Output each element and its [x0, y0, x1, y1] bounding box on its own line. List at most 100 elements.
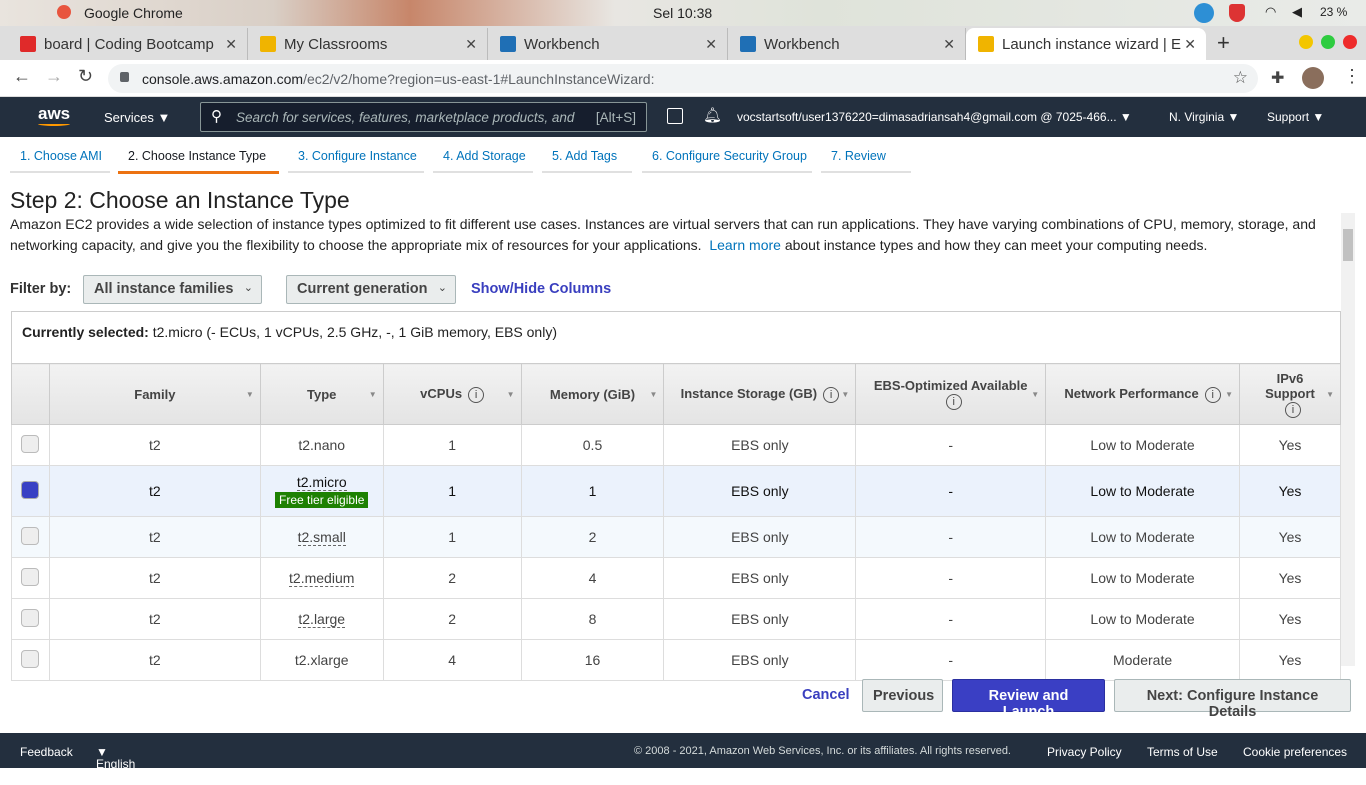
table-row[interactable]: t2 t2.micro Free tier eligible 1 1 EBS only - L…: [11, 465, 1342, 517]
row-checkbox-cell[interactable]: [11, 557, 50, 599]
cookie-preferences-link[interactable]: Cookie preferences: [1243, 745, 1347, 759]
back-icon[interactable]: ←: [13, 66, 31, 87]
column-header-ebs-optimized[interactable]: EBS-Optimized Available i ▼: [855, 363, 1047, 425]
generation-value: Current generation: [297, 281, 428, 297]
ebs-optimized-cell-text: -: [948, 529, 954, 545]
services-menu[interactable]: Services ▼: [104, 110, 170, 125]
show-hide-columns-link[interactable]: Show/Hide Columns: [471, 281, 611, 297]
row-checkbox[interactable]: [21, 434, 40, 453]
clock[interactable]: Sel 10:38: [653, 5, 712, 21]
info-icon[interactable]: i: [823, 386, 840, 403]
browser-tab-active[interactable]: Launch instance wizard | E ✕: [966, 28, 1206, 60]
bell-icon[interactable]: 🔔︎: [703, 106, 722, 124]
account-menu[interactable]: vocstartsoft/user1376220=dimasadriansah4…: [737, 110, 1132, 124]
browser-tab[interactable]: My Classrooms ✕: [248, 28, 488, 60]
info-icon[interactable]: i: [1204, 386, 1221, 403]
sort-icon[interactable]: ▼: [1225, 390, 1233, 399]
review-and-launch-button[interactable]: Review and Launch: [952, 679, 1105, 720]
privacy-policy-link[interactable]: Privacy Policy: [1047, 745, 1122, 759]
volume-icon[interactable]: ◀: [1292, 4, 1302, 20]
notification-icon[interactable]: [1194, 3, 1214, 23]
row-checkbox[interactable]: [21, 649, 40, 668]
region-menu[interactable]: N. Virginia ▼: [1169, 110, 1239, 124]
shield-icon[interactable]: [1229, 4, 1245, 22]
close-tab-icon[interactable]: ✕: [1184, 36, 1196, 53]
learn-more-link[interactable]: Learn more: [709, 237, 781, 253]
row-checkbox-cell[interactable]: [11, 598, 50, 640]
language-select[interactable]: English (US) ▼: [96, 745, 135, 785]
previous-button[interactable]: Previous: [862, 679, 943, 712]
close-window-button[interactable]: [1343, 35, 1357, 49]
sort-icon[interactable]: ▼: [1326, 390, 1334, 399]
search-input[interactable]: ⚲ Search for services, features, marketp…: [200, 102, 647, 132]
minimize-button[interactable]: [1299, 35, 1313, 49]
cloudshell-icon[interactable]: [667, 108, 683, 124]
sort-icon[interactable]: ▼: [246, 390, 254, 399]
step-configure-instance[interactable]: 3. Configure Instance: [288, 149, 424, 173]
row-checkbox[interactable]: [21, 480, 40, 499]
table-row[interactable]: t2 t2.large 2 8 EBS only - Low to Moderate Yes: [11, 598, 1342, 640]
column-header-memory[interactable]: Memory (GiB) ▼: [520, 363, 665, 425]
column-header-vcpus[interactable]: vCPUs i ▼: [382, 363, 522, 425]
column-header-family[interactable]: Family ▼: [48, 363, 261, 425]
close-tab-icon[interactable]: ✕: [705, 36, 717, 53]
network-cell-text: Moderate: [1112, 652, 1173, 668]
column-header-network-performance[interactable]: Network Performance i ▼: [1045, 363, 1240, 425]
info-icon[interactable]: i: [1284, 401, 1301, 418]
table-row[interactable]: t2 t2.xlarge 4 16 EBS only - Moderate Yes: [11, 639, 1342, 681]
row-checkbox-cell[interactable]: [11, 639, 50, 681]
feedback-link[interactable]: Feedback: [20, 745, 73, 759]
bookmark-star-icon[interactable]: ☆: [1233, 68, 1248, 88]
row-checkbox[interactable]: [21, 567, 40, 586]
browser-tab[interactable]: Workbench ✕: [728, 28, 966, 60]
close-tab-icon[interactable]: ✕: [943, 36, 955, 53]
maximize-button[interactable]: [1321, 35, 1335, 49]
battery-indicator[interactable]: 23 %: [1320, 5, 1347, 19]
row-checkbox[interactable]: [21, 608, 40, 627]
next-configure-instance-details-button[interactable]: Next: Configure Instance Details: [1114, 679, 1351, 720]
menu-icon[interactable]: ⋮: [1343, 66, 1361, 87]
step-choose-instance-type[interactable]: 2. Choose Instance Type: [118, 149, 279, 174]
sort-icon[interactable]: ▼: [1031, 390, 1039, 399]
step-choose-ami[interactable]: 1. Choose AMI: [10, 149, 110, 173]
step-review[interactable]: 7. Review: [821, 149, 911, 173]
row-checkbox[interactable]: [21, 526, 40, 545]
aws-logo[interactable]: aws: [38, 104, 70, 124]
terms-link[interactable]: Terms of Use: [1147, 745, 1218, 759]
table-row[interactable]: t2 t2.small 1 2 EBS only - Low to Moderate Yes: [11, 516, 1342, 558]
avatar[interactable]: [1302, 67, 1324, 89]
cancel-button[interactable]: Cancel: [802, 687, 850, 703]
forward-icon[interactable]: →: [45, 66, 63, 87]
family-cell-text: t2: [149, 437, 161, 453]
sort-icon[interactable]: ▼: [650, 390, 658, 399]
step-add-storage[interactable]: 4. Add Storage: [433, 149, 533, 173]
extensions-icon[interactable]: ✚: [1271, 68, 1284, 88]
sort-icon[interactable]: ▼: [841, 390, 849, 399]
generation-select[interactable]: Current generation ⌄: [286, 275, 456, 304]
table-row[interactable]: t2 t2.nano 1 0.5 EBS only - Low to Moderate Yes: [11, 424, 1342, 466]
new-tab-button[interactable]: +: [1217, 30, 1230, 56]
column-header-instance-storage[interactable]: Instance Storage (GB) i ▼: [663, 363, 857, 425]
instance-family-select[interactable]: All instance families ⌄: [83, 275, 262, 304]
wifi-icon[interactable]: ◠: [1265, 4, 1276, 20]
row-checkbox-cell[interactable]: [11, 465, 50, 517]
sort-icon[interactable]: ▼: [369, 390, 377, 399]
info-icon[interactable]: i: [945, 394, 962, 410]
support-menu[interactable]: Support ▼: [1267, 110, 1324, 124]
table-row[interactable]: t2 t2.medium 2 4 EBS only - Low to Moderate Yes: [11, 557, 1342, 599]
row-checkbox-cell[interactable]: [11, 516, 50, 558]
step-configure-security-group[interactable]: 6. Configure Security Group: [642, 149, 812, 173]
reload-icon[interactable]: ↻: [78, 66, 93, 87]
close-tab-icon[interactable]: ✕: [465, 36, 477, 53]
step-add-tags[interactable]: 5. Add Tags: [542, 149, 632, 173]
column-header-ipv6[interactable]: IPv6 Support i ▼: [1238, 363, 1342, 425]
info-icon[interactable]: i: [468, 386, 485, 403]
column-header-type[interactable]: Type ▼: [259, 363, 384, 425]
row-checkbox-cell[interactable]: [11, 424, 50, 466]
browser-tab[interactable]: board | Coding Bootcamp ✕: [8, 28, 248, 60]
url-input[interactable]: console.aws.amazon.com/ec2/v2/home?regio…: [108, 64, 1258, 93]
scrollbar[interactable]: [1341, 213, 1355, 666]
sort-icon[interactable]: ▼: [507, 390, 515, 399]
browser-tab[interactable]: Workbench ✕: [488, 28, 728, 60]
close-tab-icon[interactable]: ✕: [225, 36, 237, 53]
